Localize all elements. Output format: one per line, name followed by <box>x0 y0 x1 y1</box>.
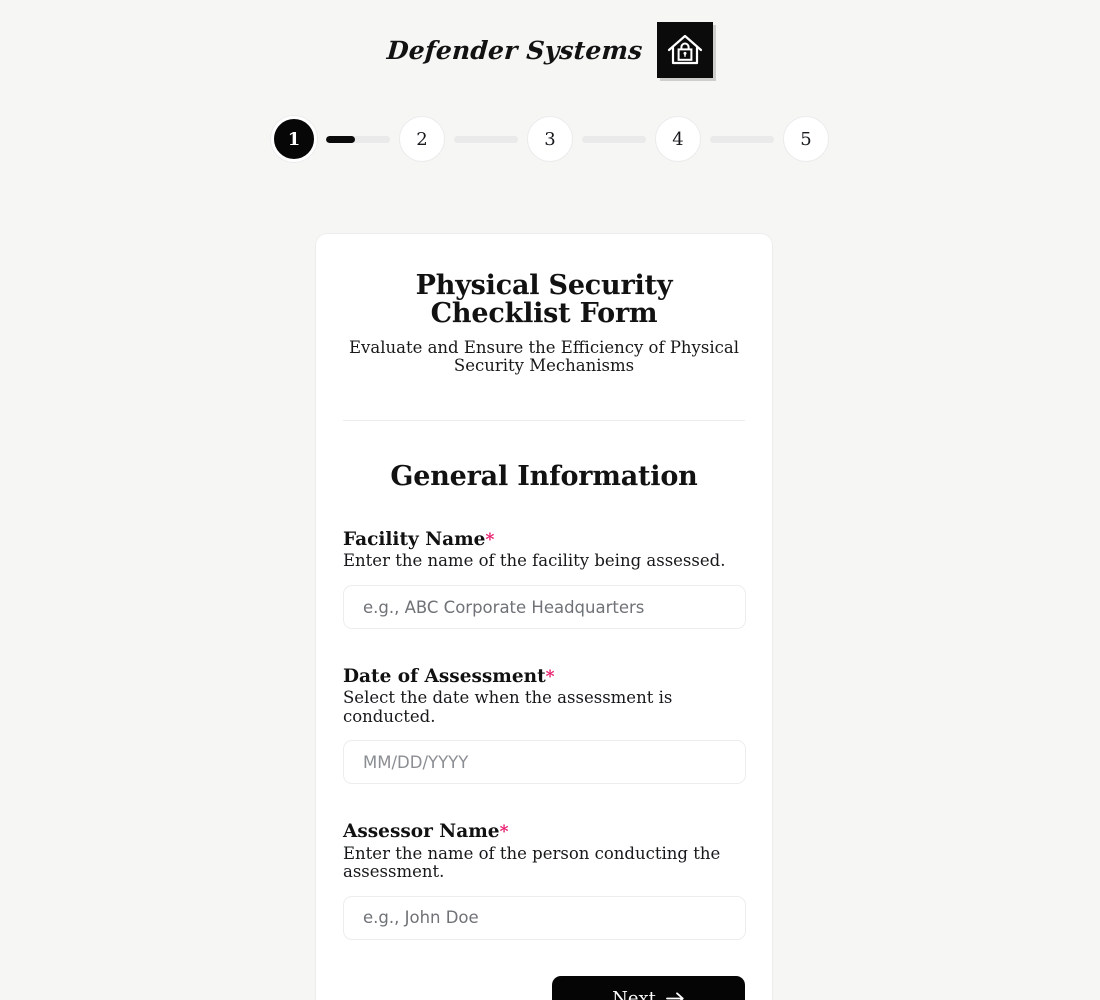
field-label-date-of-assessment: Date of Assessment* <box>343 666 745 688</box>
step-connector-2 <box>454 135 518 143</box>
field-help-date-of-assessment: Select the date when the assessment is c… <box>343 688 673 726</box>
form-subtitle: Evaluate and Ensure the Efficiency of Ph… <box>349 337 739 376</box>
step-label-3: 3 <box>544 128 556 150</box>
field-label-text: Date of Assessment <box>343 666 546 688</box>
step-connector-4 <box>710 135 774 143</box>
field-label-text: Assessor Name <box>343 821 500 843</box>
next-button-label: Next <box>612 987 656 1000</box>
step-connector-1-fill <box>326 135 355 143</box>
step-label-5: 5 <box>800 128 812 150</box>
form-actions: Next <box>343 975 745 1000</box>
required-asterisk: * <box>485 530 495 551</box>
step-indicator-3[interactable]: 3 <box>527 116 573 162</box>
assessor-name-input[interactable] <box>343 895 746 940</box>
date-of-assessment-input[interactable] <box>343 740 746 785</box>
next-button[interactable]: Next <box>552 975 745 1000</box>
field-label-text: Facility Name <box>343 529 486 551</box>
step-indicator-4[interactable]: 4 <box>655 116 701 162</box>
progress-stepper: 1 2 3 4 5 <box>0 116 1100 162</box>
section-divider <box>343 420 745 422</box>
field-help-assessor-name: Enter the name of the person conducting … <box>343 843 721 882</box>
form-card: Physical Security Checklist Form Evaluat… <box>315 233 773 1000</box>
field-facility-name: Facility Name* Enter the name of the fac… <box>343 529 746 630</box>
step-label-1: 1 <box>287 128 301 150</box>
step-label-4: 4 <box>672 128 684 150</box>
field-label-assessor-name: Assessor Name* <box>343 821 745 843</box>
brand-header: Defender Systems <box>0 0 1100 78</box>
step-connector-3 <box>582 135 646 143</box>
step-indicator-5[interactable]: 5 <box>783 116 829 162</box>
house-lock-icon <box>656 22 713 78</box>
required-asterisk: * <box>545 667 555 688</box>
section-title: General Information <box>390 461 698 493</box>
field-label-facility-name: Facility Name* <box>343 529 745 551</box>
brand-name: Defender Systems <box>386 35 644 65</box>
arrow-right-icon <box>665 991 685 1000</box>
form-title: Physical Security Checklist Form <box>415 270 673 329</box>
step-indicator-2[interactable]: 2 <box>399 116 445 162</box>
step-connector-1 <box>326 135 390 143</box>
field-help-facility-name: Enter the name of the facility being ass… <box>343 551 726 571</box>
required-asterisk: * <box>499 822 509 843</box>
facility-name-input[interactable] <box>343 585 746 630</box>
field-assessor-name: Assessor Name* Enter the name of the per… <box>343 821 746 940</box>
field-date-of-assessment: Date of Assessment* Select the date when… <box>343 666 746 785</box>
step-label-2: 2 <box>416 128 428 150</box>
step-indicator-1[interactable]: 1 <box>271 116 317 162</box>
